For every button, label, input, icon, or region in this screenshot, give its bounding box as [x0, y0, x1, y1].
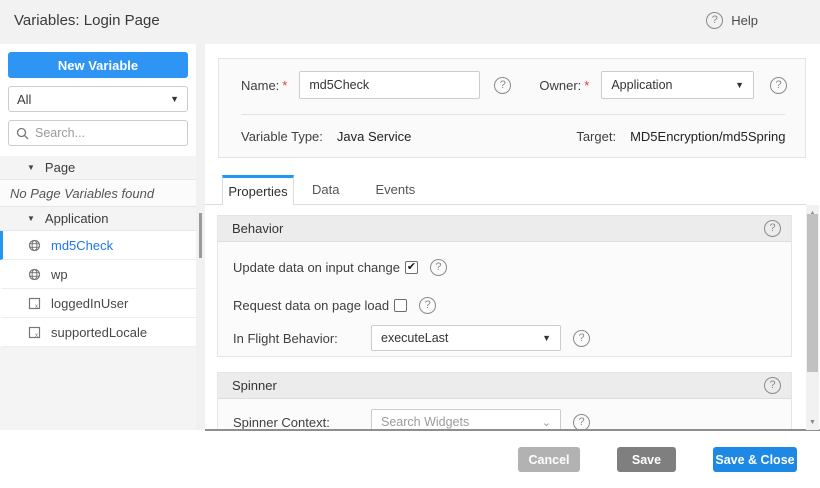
name-help-icon[interactable]: ? [494, 77, 511, 94]
owner-select[interactable]: Application ▼ [601, 71, 754, 99]
tree-group-application[interactable]: ▼ Application [0, 207, 196, 231]
variable-type-label: Variable Type: [241, 129, 323, 144]
required-asterisk: * [584, 78, 589, 93]
svg-text:x: x [35, 333, 38, 339]
sidebar-scrollbar-thumb[interactable] [199, 213, 202, 258]
collapse-triangle-icon: ▼ [27, 163, 35, 172]
spinner-section-header: Spinner ? [218, 373, 791, 399]
chevron-down-icon: ⌄ [542, 416, 551, 429]
behavior-section-header: Behavior ? [218, 216, 791, 242]
dialog-footer: Cancel Save Save & Close [0, 431, 820, 488]
variable-type-value: Java Service [337, 129, 411, 144]
update-on-input-row: Update data on input change ✔ ? [233, 259, 781, 276]
in-flight-select[interactable]: executeLast ▼ [371, 325, 561, 351]
filter-selected-value: All [17, 92, 31, 107]
variable-summary-panel: Name: * ? Owner: * Application ▼ ? Varia… [218, 58, 806, 158]
tree-item-label: loggedInUser [51, 296, 128, 311]
panel-divider [241, 114, 785, 115]
spinner-help-icon[interactable]: ? [764, 377, 781, 394]
request-on-load-row: Request data on page load ✔ ? [233, 297, 781, 314]
tree-item-wp[interactable]: wp [0, 260, 196, 289]
search-icon [16, 127, 29, 140]
help-icon: ? [706, 12, 723, 29]
dialog-header: Variables: Login Page ? Help [0, 0, 820, 44]
save-button[interactable]: Save [617, 447, 676, 472]
search-input[interactable] [35, 126, 196, 140]
tree-item-label: supportedLocale [51, 325, 147, 340]
variable-search [8, 120, 188, 146]
spinner-context-row: Spinner Context: Search Widgets ⌄ ? [233, 409, 781, 429]
cancel-button[interactable]: Cancel [518, 447, 580, 472]
help-link[interactable]: ? Help [706, 12, 758, 29]
chevron-down-icon: ▼ [542, 333, 551, 343]
footer-buttons: Cancel Save Save & Close [518, 447, 797, 472]
target-value: MD5Encryption/md5Spring [630, 129, 785, 144]
new-variable-button[interactable]: New Variable [8, 52, 188, 78]
update-on-input-label: Update data on input change [233, 260, 400, 275]
properties-scrollbar[interactable]: ▲ ▼ [806, 205, 819, 430]
variable-filter-select[interactable]: All ▼ [8, 86, 188, 112]
variables-sidebar: New Variable All ▼ ▼ Page No Page Variab… [0, 44, 196, 430]
in-flight-label: In Flight Behavior: [233, 331, 371, 346]
name-input[interactable] [299, 71, 480, 99]
properties-scrollbar-thumb[interactable] [807, 214, 818, 372]
behavior-section: Behavior ? Update data on input change ✔… [217, 215, 792, 357]
tree-group-label: Application [45, 211, 109, 226]
tree-item-loggedinuser[interactable]: x loggedInUser [0, 289, 196, 318]
behavior-help-icon[interactable]: ? [764, 220, 781, 237]
type-target-row: Variable Type: Java Service Target: MD5E… [241, 126, 787, 146]
tab-data[interactable]: Data [294, 175, 357, 204]
spinner-context-label: Spinner Context: [233, 415, 371, 430]
tab-events[interactable]: Events [357, 175, 433, 204]
tree-item-md5check[interactable]: md5Check [0, 231, 196, 260]
tree-group-label: Page [45, 160, 75, 175]
scroll-down-arrow-icon[interactable]: ▼ [806, 416, 819, 428]
spinner-section: Spinner ? Spinner Context: Search Widget… [217, 372, 792, 429]
section-title: Spinner [232, 378, 277, 393]
service-variable-icon [28, 239, 41, 252]
required-asterisk: * [282, 78, 287, 93]
owner-help-icon[interactable]: ? [770, 77, 787, 94]
variables-dialog: Variables: Login Page ? Help New Variabl… [0, 0, 820, 488]
collapse-triangle-icon: ▼ [27, 214, 35, 223]
page-empty-message: No Page Variables found [0, 180, 196, 207]
owner-selected-value: Application [611, 78, 672, 92]
request-on-load-checkbox[interactable]: ✔ [394, 299, 407, 312]
spinner-context-placeholder: Search Widgets [381, 415, 469, 429]
help-label: Help [731, 13, 758, 28]
section-title: Behavior [232, 221, 283, 236]
in-flight-row: In Flight Behavior: executeLast ▼ ? [233, 325, 781, 351]
spinner-context-combobox[interactable]: Search Widgets ⌄ [371, 409, 561, 429]
variable-detail-panel: Name: * ? Owner: * Application ▼ ? Varia… [205, 44, 820, 431]
static-variable-icon: x [28, 326, 41, 339]
tree-item-label: md5Check [51, 238, 113, 253]
target-label: Target: [576, 129, 616, 144]
update-on-input-help-icon[interactable]: ? [430, 259, 447, 276]
tree-item-supportedlocale[interactable]: x supportedLocale [0, 318, 196, 347]
in-flight-selected-value: executeLast [381, 331, 448, 345]
properties-scroll-area: Behavior ? Update data on input change ✔… [205, 205, 806, 429]
name-label: Name: [241, 78, 279, 93]
request-on-load-label: Request data on page load [233, 298, 389, 313]
service-variable-icon [28, 268, 41, 281]
update-on-input-checkbox[interactable]: ✔ [405, 261, 418, 274]
save-and-close-button[interactable]: Save & Close [713, 447, 797, 472]
owner-label: Owner: [539, 78, 581, 93]
svg-text:x: x [35, 304, 38, 310]
sidebar-controls: New Variable All ▼ [0, 44, 196, 156]
sidebar-scrollbar[interactable] [196, 44, 205, 430]
chevron-down-icon: ▼ [170, 94, 179, 104]
tree-group-page[interactable]: ▼ Page [0, 156, 196, 180]
in-flight-help-icon[interactable]: ? [573, 330, 590, 347]
chevron-down-icon: ▼ [735, 80, 744, 90]
request-on-load-help-icon[interactable]: ? [419, 297, 436, 314]
tree-item-label: wp [51, 267, 68, 282]
spinner-context-help-icon[interactable]: ? [573, 414, 590, 430]
page-title: Variables: Login Page [14, 12, 160, 29]
detail-tabs: Properties Data Events [205, 176, 806, 205]
static-variable-icon: x [28, 297, 41, 310]
tab-properties[interactable]: Properties [222, 175, 294, 205]
name-owner-row: Name: * ? Owner: * Application ▼ ? [241, 71, 787, 99]
